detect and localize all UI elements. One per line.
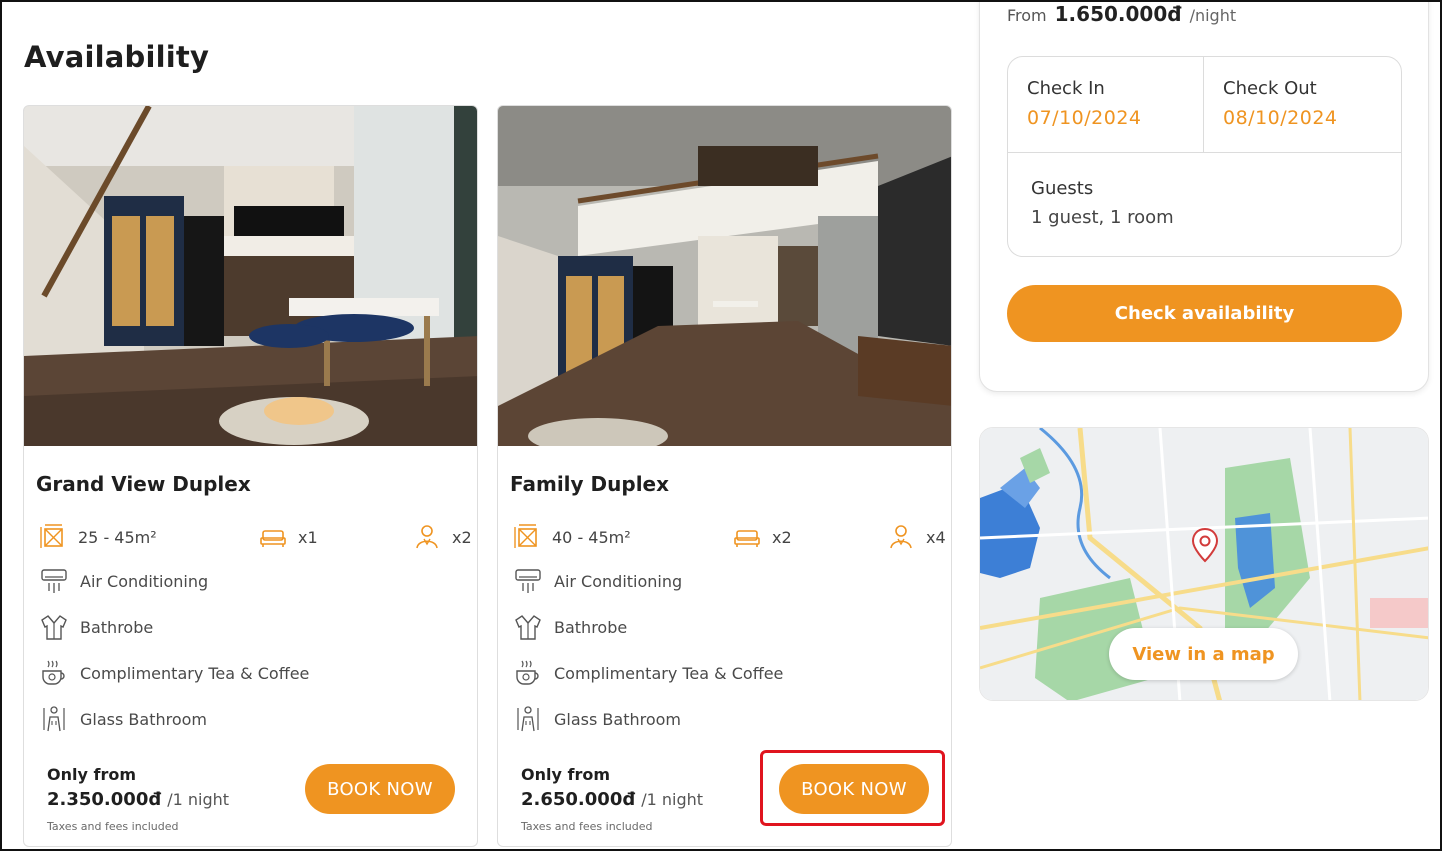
area-icon (40, 524, 66, 550)
amenity-bathrobe: Bathrobe (514, 611, 627, 643)
room-photo[interactable] (24, 106, 477, 446)
from-price-line: From 1.650.000đ /night (1007, 2, 1236, 26)
amenity-label: Air Conditioning (554, 571, 683, 591)
check-out-label: Check Out (1223, 78, 1317, 99)
amenity-label: Bathrobe (554, 617, 628, 637)
bathrobe-icon (514, 613, 542, 641)
guests-label: Guests (1031, 178, 1094, 199)
bed-icon (260, 524, 286, 550)
map-pin-icon (1191, 527, 1219, 563)
amenity-tea-coffee: Complimentary Tea & Coffee (514, 657, 783, 689)
room-guests: x4 (888, 524, 946, 550)
check-out-field[interactable]: Check Out 08/10/2024 (1204, 57, 1400, 153)
room-beds-value: x2 (772, 527, 792, 547)
amenity-label: Complimentary Tea & Coffee (80, 663, 310, 683)
air-conditioner-icon (514, 567, 542, 595)
amenity-glass-bathroom: Glass Bathroom (514, 703, 681, 735)
only-from-label: Only from (521, 765, 610, 784)
room-card-family-duplex: Family Duplex 40 - 45m² x2 x4 Air Condit… (497, 105, 952, 847)
room-card-grand-view-duplex: Grand View Duplex 25 - 45m² x1 x2 Air Co… (23, 105, 478, 847)
guests-field[interactable]: 1 guest, 1 room (1031, 207, 1174, 228)
amenity-label: Complimentary Tea & Coffee (554, 663, 784, 683)
only-from-label: Only from (47, 765, 136, 784)
room-area: 40 - 45m² (514, 524, 631, 550)
booking-details: Check In 07/10/2024 Check Out 08/10/2024… (1007, 56, 1402, 257)
shower-icon (40, 705, 68, 733)
room-area: 25 - 45m² (40, 524, 157, 550)
check-in-field[interactable]: Check In 07/10/2024 (1008, 57, 1204, 153)
room-guests-value: x2 (452, 527, 472, 547)
room-price: 2.650.000đ (521, 789, 636, 810)
check-in-value: 07/10/2024 (1027, 107, 1142, 129)
room-guests-value: x4 (926, 527, 946, 547)
area-icon (514, 524, 540, 550)
taxes-note: Taxes and fees included (521, 820, 653, 833)
amenity-air-conditioning: Air Conditioning (514, 565, 682, 597)
price-per-night: /1 night (641, 790, 704, 809)
price-line: 2.350.000đ /1 night (47, 789, 229, 810)
room-beds-value: x1 (298, 527, 318, 547)
section-title: Availability (24, 40, 210, 74)
room-name: Family Duplex (510, 472, 670, 496)
guest-icon (888, 524, 914, 550)
shower-icon (514, 705, 542, 733)
guest-icon (414, 524, 440, 550)
taxes-note: Taxes and fees included (47, 820, 179, 833)
check-in-label: Check In (1027, 78, 1105, 99)
tea-cup-icon (40, 659, 68, 687)
amenity-label: Air Conditioning (80, 571, 209, 591)
bed-icon (734, 524, 760, 550)
room-area-value: 40 - 45m² (552, 527, 631, 547)
dates-row: Check In 07/10/2024 Check Out 08/10/2024 (1008, 57, 1401, 153)
from-price: 1.650.000đ (1054, 2, 1182, 26)
price-per-night: /1 night (167, 790, 230, 809)
room-photo[interactable] (498, 106, 951, 446)
amenity-label: Glass Bathroom (554, 709, 681, 729)
amenity-tea-coffee: Complimentary Tea & Coffee (40, 657, 309, 689)
price-line: 2.650.000đ /1 night (521, 789, 703, 810)
room-beds: x1 (260, 524, 318, 550)
from-label: From (1007, 6, 1047, 25)
view-in-map-button[interactable]: View in a map (1109, 628, 1298, 680)
room-beds: x2 (734, 524, 792, 550)
check-availability-button[interactable]: Check availability (1007, 285, 1402, 342)
book-now-button[interactable]: BOOK NOW (305, 764, 455, 814)
room-area-value: 25 - 45m² (78, 527, 157, 547)
amenity-bathrobe: Bathrobe (40, 611, 153, 643)
bathrobe-icon (40, 613, 68, 641)
book-now-button[interactable]: BOOK NOW (779, 764, 929, 814)
room-price: 2.350.000đ (47, 789, 162, 810)
from-per-night: /night (1189, 6, 1237, 25)
amenity-air-conditioning: Air Conditioning (40, 565, 208, 597)
check-out-value: 08/10/2024 (1223, 107, 1338, 129)
room-guests: x2 (414, 524, 472, 550)
tea-cup-icon (514, 659, 542, 687)
room-name: Grand View Duplex (36, 472, 251, 496)
amenity-glass-bathroom: Glass Bathroom (40, 703, 207, 735)
amenity-label: Bathrobe (80, 617, 154, 637)
amenity-label: Glass Bathroom (80, 709, 207, 729)
air-conditioner-icon (40, 567, 68, 595)
